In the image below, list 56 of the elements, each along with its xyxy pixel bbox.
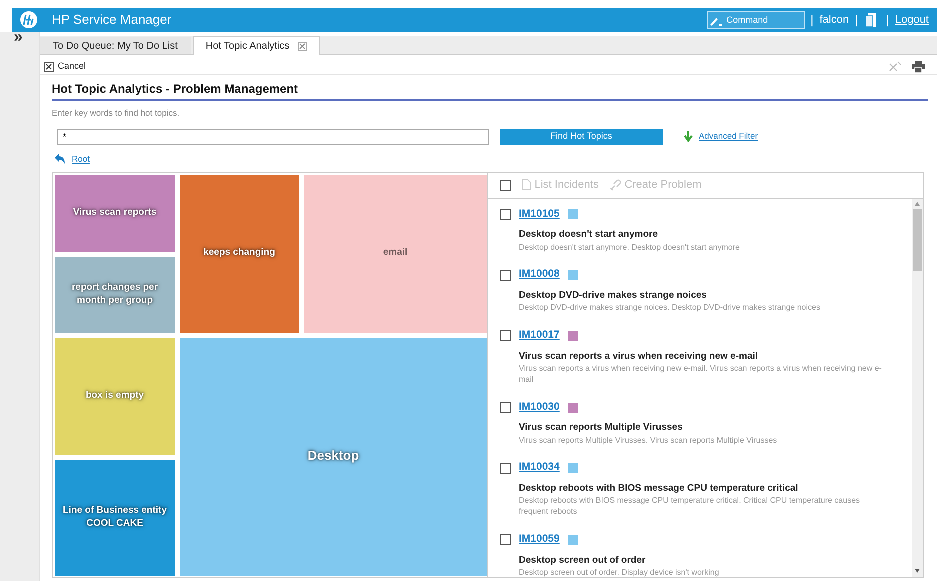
incident-description: Desktop screen out of order. Display device isn't working <box>519 568 720 576</box>
tab[interactable]: To Do Queue: My To Do List <box>40 37 191 54</box>
arrow-down-icon <box>684 131 693 142</box>
scroll-thumb[interactable] <box>913 208 922 270</box>
logo-icon <box>20 11 38 29</box>
document-icon <box>522 179 532 191</box>
incident-description: Desktop reboots with BIOS message CPU temperature critical. Critical CPU temperature causes frequent reboots <box>519 496 862 518</box>
checkbox[interactable] <box>500 330 511 342</box>
print-icon[interactable] <box>912 60 925 72</box>
separator: | <box>886 12 890 29</box>
separator: | <box>810 12 814 29</box>
incident-link[interactable]: IM10030 <box>519 400 560 416</box>
advanced-filter-link[interactable]: Advanced Filter <box>699 130 758 144</box>
incident-description: Virus scan reports Multiple Virusses. Virus scan reports Multiple Virusses <box>519 436 778 446</box>
treemap-tile[interactable]: Line of Business entity COOL CAKE <box>55 460 175 576</box>
incident-link[interactable]: IM10034 <box>519 460 560 476</box>
incident-title: Desktop DVD-drive makes strange noices <box>519 289 708 304</box>
incident-title: Desktop screen out of order <box>519 554 647 568</box>
hint-text: Enter key words to find hot topics. <box>52 107 181 120</box>
user-name: falcon <box>820 12 850 28</box>
checkbox[interactable] <box>500 402 511 414</box>
treemap-tile[interactable]: email <box>304 174 487 332</box>
treemap-tile[interactable]: Virus scan reports <box>55 174 175 252</box>
close-icon[interactable] <box>298 42 307 50</box>
tab[interactable]: Hot Topic Analytics <box>192 36 320 55</box>
incident-link[interactable]: IM10017 <box>519 328 560 344</box>
incident-link[interactable]: IM10008 <box>519 267 560 284</box>
incident-title: Desktop doesn't start anymore <box>519 228 659 242</box>
checkbox[interactable] <box>500 270 511 281</box>
cancel-button[interactable]: Cancel <box>44 60 86 74</box>
incident-description: Virus scan reports a virus when receiving new e-mail. Virus scan reports a virus when receiving new e-mail <box>519 364 882 386</box>
search-field[interactable]: * <box>57 128 489 145</box>
app-title: HP Service Manager <box>52 11 172 30</box>
incident-title: Desktop reboots with BIOS message CPU temperature critical <box>519 482 800 496</box>
incident-title: Virus scan reports Multiple Virusses <box>519 421 684 436</box>
incident-link[interactable]: IM10105 <box>519 206 560 222</box>
page-title: Hot Topic Analytics - Problem Management <box>52 80 928 101</box>
logout-link[interactable]: Logout <box>895 12 929 28</box>
link-icon <box>610 179 622 191</box>
find-hot-topics-button[interactable]: Find Hot Topics <box>500 128 663 145</box>
expand-toggle[interactable]: » <box>14 30 23 46</box>
root-link[interactable]: Root <box>72 152 90 166</box>
treemap-tile[interactable]: keeps changing <box>180 174 299 332</box>
checkbox[interactable] <box>500 208 511 220</box>
incident-description: Desktop DVD-drive makes strange noices. Desktop DVD-drive makes strange noices <box>519 303 822 314</box>
scrollbar[interactable] <box>912 198 923 576</box>
incident-link[interactable]: IM10059 <box>519 532 560 548</box>
close-icon <box>44 62 54 72</box>
checkbox[interactable] <box>500 534 511 546</box>
checkbox[interactable] <box>500 462 511 474</box>
incident-title: Virus scan reports a virus when receiving new e-mail <box>519 350 760 364</box>
select-all-checkbox[interactable] <box>500 180 511 190</box>
back-arrow-icon <box>55 154 66 164</box>
separator: | <box>855 12 858 29</box>
incident-description: Desktop doesn't start anymore. Desktop doesn't start anymore <box>519 242 741 254</box>
scroll-down-icon[interactable] <box>915 568 920 572</box>
